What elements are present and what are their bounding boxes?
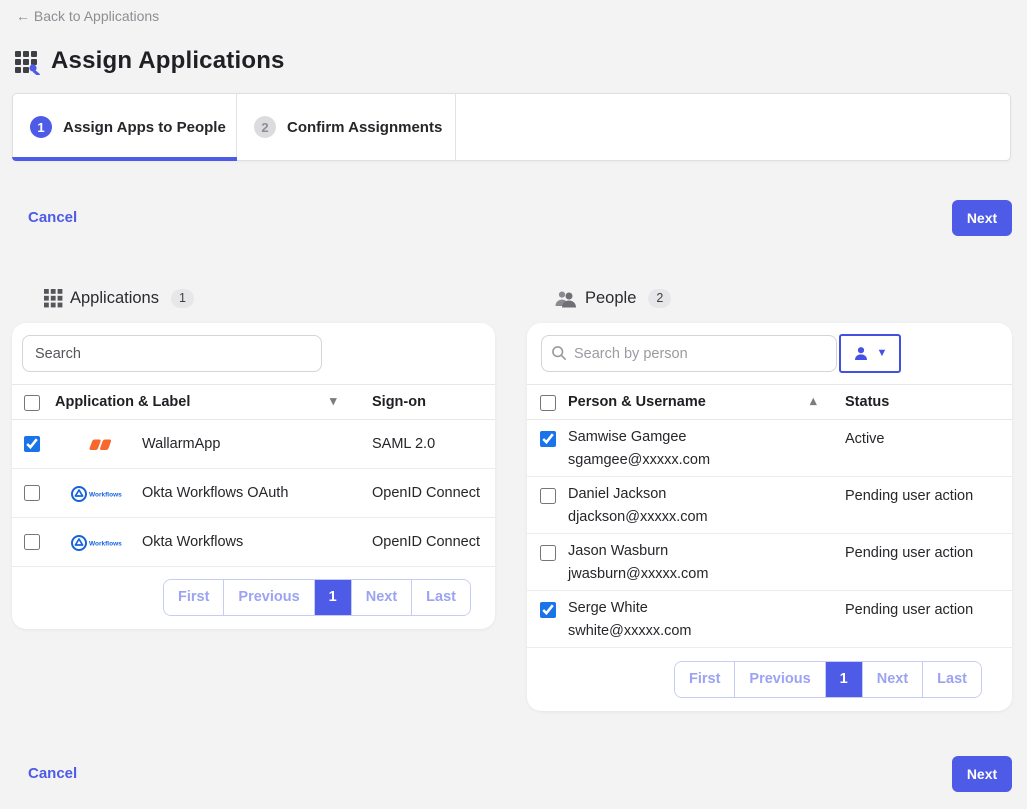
people-table-header: Person & Username ▴ Status [527, 384, 1012, 420]
chevron-down-icon: ▼ [877, 348, 888, 359]
okta-workflows-logo-icon: Workflows [60, 469, 142, 518]
key-icon [29, 64, 40, 75]
tabbar-spacer [456, 94, 1010, 160]
step-number-badge: 1 [30, 116, 52, 138]
pagination-first-button[interactable]: First [164, 580, 223, 615]
applications-section-header: Applications 1 [44, 289, 194, 308]
person-name: Samwise Gamgee [568, 429, 686, 445]
pagination-last-button[interactable]: Last [922, 662, 981, 697]
applications-grid-icon [44, 289, 63, 308]
tab-label: Assign Apps to People [63, 119, 226, 136]
tab-label: Confirm Assignments [287, 119, 442, 136]
person-username: sgamgee@xxxxx.com [568, 452, 710, 468]
person-name: Serge White [568, 600, 648, 616]
row-checkbox[interactable] [24, 485, 40, 501]
person-username: djackson@xxxxx.com [568, 509, 708, 525]
applications-panel: Application & Label ▾ Sign-on WallarmApp… [12, 323, 495, 629]
person-icon [853, 346, 869, 361]
pagination-previous-button[interactable]: Previous [734, 662, 824, 697]
assign-applications-icon [14, 48, 41, 75]
svg-text:Workflows: Workflows [89, 540, 122, 547]
pagination-next-button[interactable]: Next [862, 662, 922, 697]
table-row[interactable]: Jason Wasburn jwasburn@xxxxx.com Pending… [527, 534, 1012, 591]
people-select-all-checkbox[interactable] [540, 395, 556, 411]
cancel-link-bottom[interactable]: Cancel [28, 765, 77, 782]
svg-text:Workflows: Workflows [89, 491, 122, 498]
row-checkbox[interactable] [24, 436, 40, 452]
person-status: Pending user action [845, 602, 973, 618]
table-row[interactable]: Daniel Jackson djackson@xxxxx.com Pendin… [527, 477, 1012, 534]
step-number-badge: 2 [254, 116, 276, 138]
tab-confirm-assignments[interactable]: 2 Confirm Assignments [237, 94, 456, 160]
applications-count-badge: 1 [171, 289, 194, 308]
people-col-main[interactable]: Person & Username [568, 394, 706, 410]
next-button-bottom[interactable]: Next [952, 756, 1012, 792]
app-name: Okta Workflows OAuth [142, 469, 288, 518]
table-row[interactable]: Samwise Gamgee sgamgee@xxxxx.com Active [527, 420, 1012, 477]
person-status: Pending user action [845, 545, 973, 561]
wizard-tabbar: 1 Assign Apps to People 2 Confirm Assign… [12, 93, 1011, 161]
applications-search-input[interactable] [22, 335, 322, 372]
people-search-input[interactable] [541, 335, 837, 372]
table-row[interactable]: Workflows Okta Workflows OpenID Connect [12, 518, 495, 567]
search-icon [551, 345, 567, 361]
back-link[interactable]: ← Back to Applications [16, 8, 159, 24]
pagination-first-button[interactable]: First [675, 662, 734, 697]
person-status: Active [845, 431, 885, 447]
app-signon: OpenID Connect [372, 469, 480, 518]
tab-assign-apps-to-people[interactable]: 1 Assign Apps to People [13, 94, 237, 160]
row-checkbox[interactable] [540, 488, 556, 504]
pagination-last-button[interactable]: Last [411, 580, 470, 615]
person-username: jwasburn@xxxxx.com [568, 566, 708, 582]
people-count-badge: 2 [648, 289, 671, 308]
wallarm-logo-icon [60, 420, 142, 469]
people-icon [554, 290, 578, 308]
people-panel: ▼ Person & Username ▴ Status Samwise Gam… [527, 323, 1012, 711]
people-filter-dropdown-button[interactable]: ▼ [839, 334, 901, 373]
pagination-previous-button[interactable]: Previous [223, 580, 313, 615]
okta-workflows-logo-icon: Workflows [60, 518, 142, 567]
applications-col-signon: Sign-on [372, 394, 426, 410]
sort-desc-icon: ▾ [330, 393, 337, 409]
app-signon: OpenID Connect [372, 518, 480, 567]
people-pagination: First Previous 1 Next Last [527, 648, 1012, 698]
applications-section-title: Applications [70, 289, 159, 308]
table-row[interactable]: Workflows Okta Workflows OAuth OpenID Co… [12, 469, 495, 518]
person-status: Pending user action [845, 488, 973, 504]
app-name: WallarmApp [142, 420, 220, 469]
row-checkbox[interactable] [540, 602, 556, 618]
row-checkbox[interactable] [540, 545, 556, 561]
people-search-area: ▼ [527, 323, 1012, 384]
people-section-header: People 2 [554, 289, 671, 308]
applications-pagination: First Previous 1 Next Last [12, 567, 495, 616]
applications-search-area [12, 323, 495, 384]
pagination-page-1-button[interactable]: 1 [825, 662, 862, 697]
app-name: Okta Workflows [142, 518, 243, 567]
pagination-page-1-button[interactable]: 1 [314, 580, 351, 615]
sort-asc-icon: ▴ [810, 393, 817, 409]
people-section-title: People [585, 289, 636, 308]
person-name: Jason Wasburn [568, 543, 668, 559]
cancel-link-top[interactable]: Cancel [28, 209, 77, 226]
applications-table-header: Application & Label ▾ Sign-on [12, 384, 495, 420]
people-col-status: Status [845, 394, 889, 410]
app-signon: SAML 2.0 [372, 420, 435, 469]
person-name: Daniel Jackson [568, 486, 666, 502]
person-username: swhite@xxxxx.com [568, 623, 692, 639]
row-checkbox[interactable] [24, 534, 40, 550]
applications-col-main[interactable]: Application & Label [55, 394, 190, 410]
table-row[interactable]: Serge White swhite@xxxxx.com Pending use… [527, 591, 1012, 648]
next-button-top[interactable]: Next [952, 200, 1012, 236]
page-title: Assign Applications [14, 47, 285, 75]
page-title-text: Assign Applications [51, 47, 285, 75]
row-checkbox[interactable] [540, 431, 556, 447]
table-row[interactable]: WallarmApp SAML 2.0 [12, 420, 495, 469]
pagination-next-button[interactable]: Next [351, 580, 411, 615]
applications-select-all-checkbox[interactable] [24, 395, 40, 411]
